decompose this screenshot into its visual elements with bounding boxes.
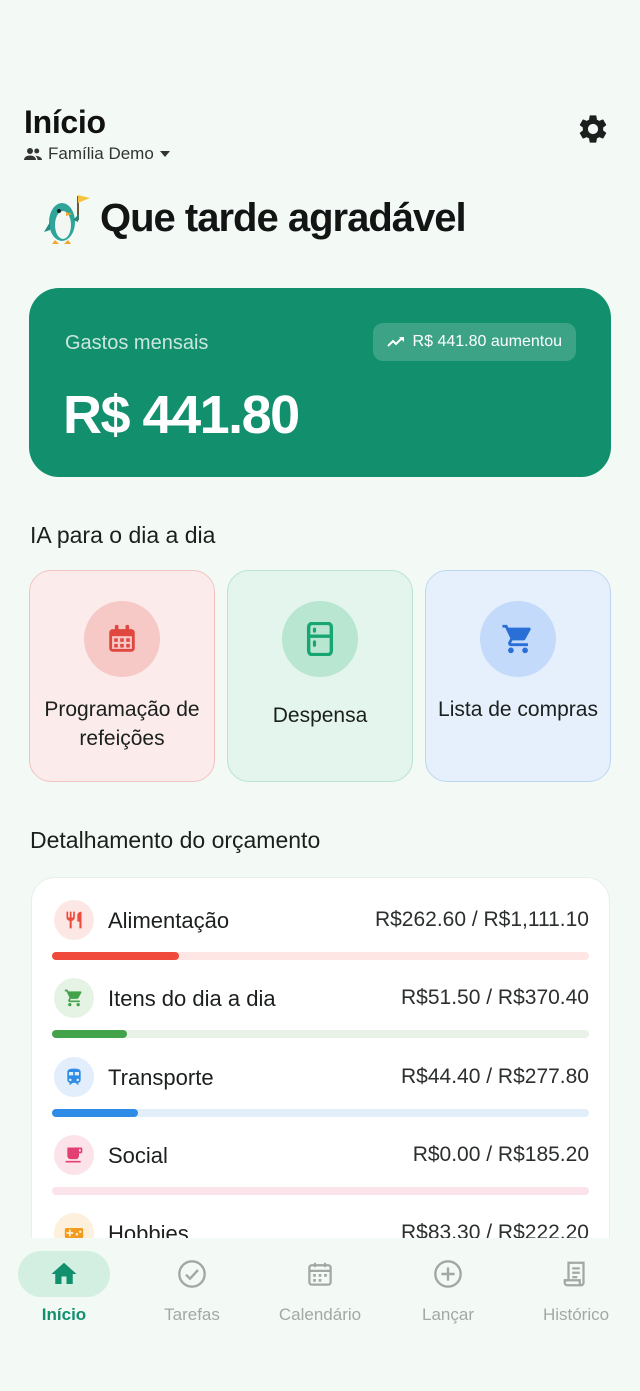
check-circle-icon — [178, 1260, 206, 1288]
nav-label: Início — [41, 1305, 87, 1324]
cart-icon — [502, 624, 531, 654]
trending-up-icon — [386, 337, 404, 347]
utensils-icon — [66, 911, 82, 929]
nav-pill — [146, 1251, 238, 1297]
tile-label: Lista de compras — [438, 698, 598, 721]
budget-icon-circle — [54, 1135, 94, 1175]
monthly-spending-card[interactable]: Gastos mensais R$ 441.80 aumentou R$ 441… — [29, 288, 611, 477]
pantry-tile[interactable]: Despensa — [227, 570, 413, 782]
coffee-icon — [65, 1147, 83, 1163]
budget-amount: R$51.50 / R$370.40 — [401, 986, 589, 1009]
nav-lancar[interactable]: Lançar — [384, 1238, 512, 1391]
nav-label: Calendário — [278, 1305, 362, 1324]
calendar-icon — [308, 1262, 332, 1286]
budget-amount: R$262.60 / R$1,111.10 — [374, 908, 589, 931]
receipt-icon — [563, 1261, 585, 1287]
budget-amount: R$0.00 / R$185.20 — [412, 1143, 589, 1166]
tile-icon-circle — [282, 601, 358, 677]
budget-progress-track — [52, 1030, 589, 1038]
nav-label: Tarefas — [164, 1305, 220, 1324]
nav-tarefas[interactable]: Tarefas — [128, 1238, 256, 1391]
nav-inicio[interactable]: Início — [0, 1238, 128, 1391]
tile-label: Despensa — [272, 704, 368, 727]
ai-section-title: IA para o dia a dia — [30, 522, 216, 548]
calendar-icon — [109, 624, 135, 652]
budget-category-name: Alimentação — [108, 908, 230, 933]
bottom-navigation: Início Tarefas Calendário Lançar Históri… — [0, 1238, 640, 1391]
tile-label: Programação de refeições — [44, 698, 200, 750]
nav-pill — [402, 1251, 494, 1297]
people-icon — [24, 148, 42, 160]
nav-label: Histórico — [542, 1305, 610, 1324]
page-title: Início — [24, 104, 106, 140]
budget-category-name: Social — [108, 1143, 168, 1168]
family-selector[interactable]: Família Demo — [24, 144, 616, 164]
budget-progress-fill — [52, 952, 179, 960]
family-name: Família Demo — [48, 144, 154, 163]
greeting: Que tarde agradável — [40, 190, 467, 246]
budget-row-itens-dia-a-dia[interactable]: Itens do dia a dia R$51.50 / R$370.40 — [52, 978, 589, 1050]
budget-row-transporte[interactable]: Transporte R$44.40 / R$277.80 — [52, 1057, 589, 1129]
budget-card: Alimentação R$262.60 / R$1,111.10 Itens … — [31, 877, 610, 1297]
spending-amount: R$ 441.80 — [63, 385, 300, 445]
fridge-icon — [306, 622, 334, 656]
nav-label: Lançar — [422, 1305, 474, 1324]
budget-category-name: Itens do dia a dia — [108, 986, 276, 1011]
home-icon — [51, 1262, 77, 1284]
budget-amount: R$44.40 / R$277.80 — [401, 1065, 589, 1088]
budget-progress-track — [52, 1187, 589, 1195]
bus-icon — [67, 1068, 81, 1085]
budget-icon-circle — [54, 978, 94, 1018]
nav-calendario[interactable]: Calendário — [256, 1238, 384, 1391]
budget-icon-circle — [54, 1057, 94, 1097]
budget-section-title: Detalhamento do orçamento — [30, 827, 321, 853]
plus-circle-icon — [434, 1260, 462, 1288]
penguin-flag-icon — [44, 195, 90, 244]
tile-icon-circle — [480, 601, 556, 677]
budget-category-name: Transporte — [108, 1065, 214, 1090]
budget-row-social[interactable]: Social R$0.00 / R$185.20 — [52, 1135, 589, 1207]
shopping-list-tile[interactable]: Lista de compras — [425, 570, 611, 782]
budget-progress-track — [52, 952, 589, 960]
ai-tiles: Programação de refeições Despensa Lista … — [29, 570, 611, 782]
cart-icon — [64, 989, 82, 1007]
nav-historico[interactable]: Histórico — [512, 1238, 640, 1391]
header: Início Família Demo — [24, 104, 616, 170]
meal-planning-tile[interactable]: Programação de refeições — [29, 570, 215, 782]
nav-pill — [530, 1251, 622, 1297]
gear-icon[interactable] — [576, 112, 610, 146]
tile-icon-circle — [84, 601, 160, 677]
nav-pill — [274, 1251, 366, 1297]
spending-label: Gastos mensais — [65, 332, 209, 354]
greeting-text: Que tarde agradável — [100, 195, 467, 240]
budget-row-alimentacao[interactable]: Alimentação R$262.60 / R$1,111.10 — [52, 900, 589, 972]
home-screen: Início Família Demo Que tarde agradável … — [0, 0, 640, 1391]
budget-progress-track — [52, 1109, 589, 1117]
nav-pill — [18, 1251, 110, 1297]
caret-down-icon — [159, 151, 170, 157]
budget-progress-fill — [52, 1030, 127, 1038]
budget-progress-fill — [52, 1109, 138, 1117]
spending-trend-text: R$ 441.80 aumentou — [412, 333, 562, 350]
budget-icon-circle — [54, 900, 94, 940]
spending-trend-chip: R$ 441.80 aumentou — [372, 323, 576, 361]
